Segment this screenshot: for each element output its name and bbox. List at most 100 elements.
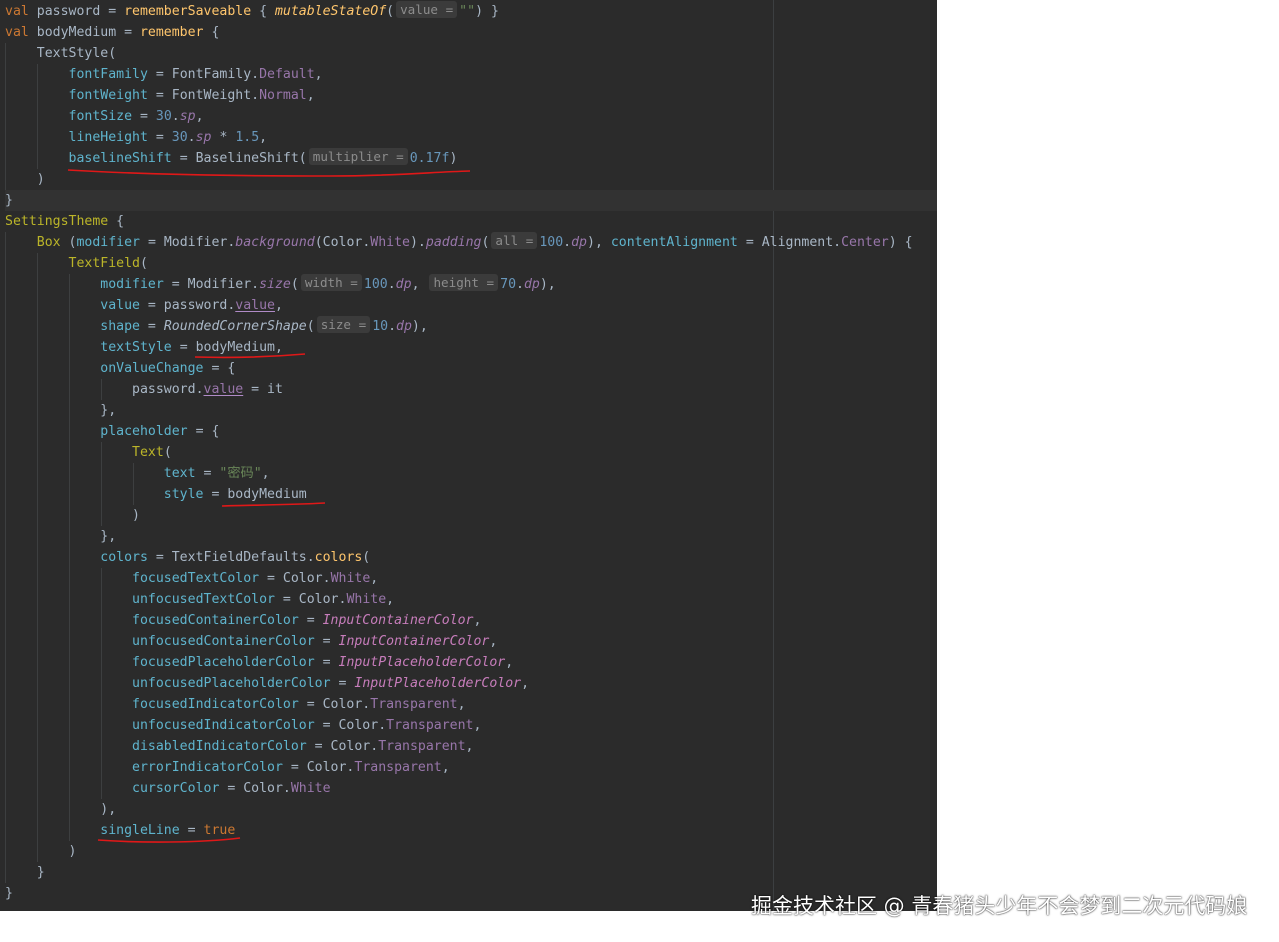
indent-guide [37, 463, 38, 484]
code-text: ( [386, 4, 395, 19]
named-argument: unfocusedContainerColor [132, 634, 315, 649]
code-line-6[interactable]: fontSize = 30.sp, [5, 106, 937, 127]
named-argument: focusedContainerColor [132, 613, 299, 628]
keyword: val [5, 25, 29, 40]
code-text: = [139, 319, 164, 334]
code-line-22[interactable]: Text( [5, 442, 937, 463]
code-line-29[interactable]: unfocusedTextColor = Color.White, [5, 589, 937, 610]
indent-guide [101, 463, 102, 484]
number-literal: 70 [500, 277, 517, 292]
code-line-34[interactable]: focusedIndicatorColor = Color.Transparen… [5, 694, 937, 715]
named-argument: fontFamily [68, 67, 148, 82]
indent-guide [101, 736, 102, 757]
named-argument: value [100, 298, 140, 313]
code-line-2[interactable]: val bodyMedium = remember { [5, 22, 937, 43]
code-line-15[interactable]: value = password.value, [5, 295, 937, 316]
indent-guide [5, 673, 6, 694]
named-argument: unfocusedTextColor [132, 592, 275, 607]
code-line-32[interactable]: focusedPlaceholderColor = InputPlacehold… [5, 652, 937, 673]
code-line-28[interactable]: focusedTextColor = Color.White, [5, 568, 937, 589]
indent-guide [37, 442, 38, 463]
code-line-33[interactable]: unfocusedPlaceholderColor = InputPlaceho… [5, 673, 937, 694]
code-line-13[interactable]: TextField( [5, 253, 937, 274]
code-text: = { [187, 424, 220, 439]
code-line-10[interactable]: } [5, 190, 937, 211]
parameter-hint: size = [316, 316, 371, 333]
function-name: colors [314, 550, 363, 565]
indent-guide [5, 526, 6, 547]
code-text: , [441, 760, 450, 775]
code-text: , [274, 298, 283, 313]
indent-guide [69, 421, 70, 442]
indent-guide [37, 715, 38, 736]
indent-guide [69, 358, 70, 379]
code-text: = Color. [219, 781, 291, 796]
code-line-20[interactable]: }, [5, 400, 937, 421]
code-text: = TextFieldDefaults. [147, 550, 315, 565]
code-line-23[interactable]: text = "密码", [5, 463, 937, 484]
code-line-39[interactable]: ), [5, 799, 937, 820]
code-line-14[interactable]: modifier = Modifier.size(width = 100.dp, … [5, 274, 937, 295]
code-line-26[interactable]: }, [5, 526, 937, 547]
code-line-30[interactable]: focusedContainerColor = InputContainerCo… [5, 610, 937, 631]
code-text: = [132, 109, 156, 124]
indent-guide [37, 253, 38, 274]
indent-guide [5, 589, 6, 610]
indent-guide [37, 547, 38, 568]
code-editor[interactable]: val password = rememberSaveable { mutabl… [0, 0, 937, 911]
code-line-27[interactable]: colors = TextFieldDefaults.colors( [5, 547, 937, 568]
code-line-35[interactable]: unfocusedIndicatorColor = Color.Transpar… [5, 715, 937, 736]
indent-guide [5, 106, 6, 127]
indent-guide [5, 400, 6, 421]
indent-guide [37, 316, 38, 337]
code-line-21[interactable]: placeholder = { [5, 421, 937, 442]
code-line-41[interactable]: ) [5, 841, 937, 862]
code-line-5[interactable]: fontWeight = FontWeight.Normal, [5, 85, 937, 106]
code-line-7[interactable]: lineHeight = 30.sp * 1.5, [5, 127, 937, 148]
code-line-16[interactable]: shape = RoundedCornerShape(size = 10.dp), [5, 316, 937, 337]
code-line-25[interactable]: ) [5, 505, 937, 526]
indent-guide [101, 631, 102, 652]
member-reference: Transparent [370, 697, 458, 712]
code-line-18[interactable]: onValueChange = { [5, 358, 937, 379]
indent-guide [5, 736, 6, 757]
named-argument: focusedPlaceholderColor [132, 655, 315, 670]
code-line-11[interactable]: SettingsTheme { [5, 211, 937, 232]
number-literal: 30 [171, 130, 188, 145]
indent-guide [5, 295, 6, 316]
composable-call: TextField [68, 256, 140, 271]
code-text: , [505, 655, 514, 670]
code-line-42[interactable]: } [5, 862, 937, 883]
code-line-36[interactable]: disabledIndicatorColor = Color.Transpare… [5, 736, 937, 757]
indent-guide [5, 757, 6, 778]
number-literal: 10 [372, 319, 389, 334]
code-line-1[interactable]: val password = rememberSaveable { mutabl… [5, 1, 937, 22]
named-argument: modifier [100, 277, 164, 292]
code-line-9[interactable]: ) [5, 169, 937, 190]
code-line-3[interactable]: TextStyle( [5, 43, 937, 64]
code-line-37[interactable]: errorIndicatorColor = Color.Transparent, [5, 757, 937, 778]
string-literal: "密码" [219, 466, 262, 481]
member-reference: Normal [259, 88, 307, 103]
indent-guide [101, 589, 102, 610]
code-line-8[interactable]: baselineShift = BaselineShift(multiplier… [5, 148, 937, 169]
code-text: { [203, 25, 220, 40]
code-text: . [516, 277, 524, 292]
indent-guide [5, 253, 6, 274]
code-text: = [330, 676, 355, 691]
code-line-24[interactable]: style = bodyMedium [5, 484, 937, 505]
code-line-38[interactable]: cursorColor = Color.White [5, 778, 937, 799]
indent-guide [69, 736, 70, 757]
code-area[interactable]: val password = rememberSaveable { mutabl… [5, 1, 937, 904]
extension-property: sp [195, 130, 212, 145]
code-line-19[interactable]: password.value = it [5, 379, 937, 400]
top-level-property: InputContainerColor [338, 634, 490, 649]
code-text: , [195, 109, 204, 124]
code-line-4[interactable]: fontFamily = FontFamily.Default, [5, 64, 937, 85]
code-line-31[interactable]: unfocusedContainerColor = InputContainer… [5, 631, 937, 652]
keyword: val [5, 4, 29, 19]
code-line-40[interactable]: singleLine = true [5, 820, 937, 841]
code-text: ) [36, 172, 45, 187]
code-line-12[interactable]: Box (modifier = Modifier.background(Colo… [5, 232, 937, 253]
code-line-17[interactable]: textStyle = bodyMedium, [5, 337, 937, 358]
